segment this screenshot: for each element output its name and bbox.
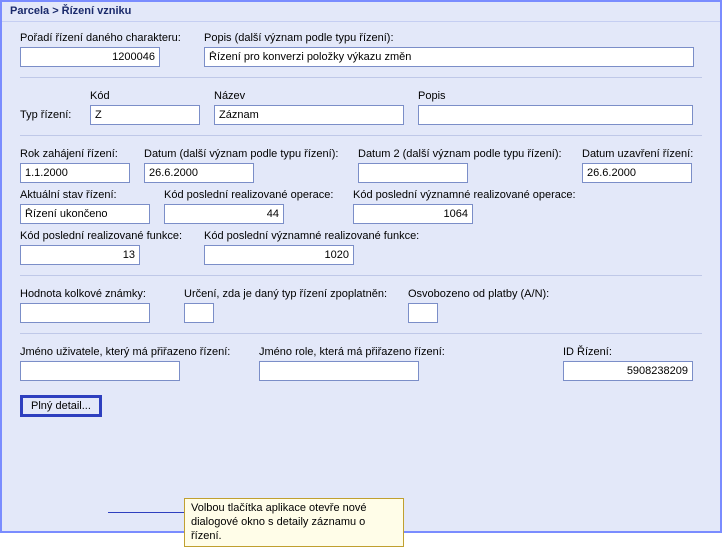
- input-urceni-zpoplatnen[interactable]: [184, 303, 214, 323]
- window-parcela-rizeni: Parcela > Řízení vzniku Pořadí řízení da…: [0, 0, 722, 533]
- plny-detail-button[interactable]: Plný detail...: [20, 395, 102, 417]
- separator: [20, 135, 702, 136]
- input-jmeno-role[interactable]: [259, 361, 419, 381]
- input-hodnota-kolkove[interactable]: [20, 303, 150, 323]
- label-rok-zahajeni: Rok zahájení řízení:: [20, 148, 130, 160]
- input-osvobozeno[interactable]: [408, 303, 438, 323]
- label-urceni-zpoplatnen: Určení, zda je daný typ řízení zpoplatně…: [184, 288, 394, 300]
- label-osvobozeno: Osvobozeno od platby (A/N):: [408, 288, 568, 300]
- input-datum-uzavreni[interactable]: [582, 163, 692, 183]
- label-jmeno-role: Jméno role, která má přiřazeno řízení:: [259, 346, 549, 358]
- callout-tooltip: Volbou tlačítka aplikace otevře nové dia…: [184, 498, 404, 547]
- input-aktualni-stav[interactable]: [20, 204, 150, 224]
- label-id-rizeni: ID Řízení:: [563, 346, 693, 358]
- input-datum[interactable]: [144, 163, 254, 183]
- label-kod-posl-real-op: Kód poslední realizované operace:: [164, 189, 339, 201]
- label-kod-posl-real-fn: Kód poslední realizované funkce:: [20, 230, 190, 242]
- label-nazev: Název: [214, 90, 404, 102]
- label-kod: Kód: [90, 90, 200, 102]
- callout-connector: [108, 512, 184, 513]
- input-kod-posl-vyzn-real-op[interactable]: [353, 204, 473, 224]
- label-poradi: Pořadí řízení daného charakteru:: [20, 32, 190, 44]
- label-datum: Datum (další význam podle typu řízení):: [144, 148, 344, 160]
- separator: [20, 333, 702, 334]
- input-kod-posl-vyzn-real-fn[interactable]: [204, 245, 354, 265]
- input-popis-top[interactable]: [204, 47, 694, 67]
- input-kod-posl-real-op[interactable]: [164, 204, 284, 224]
- content: Pořadí řízení daného charakteru: Popis (…: [2, 22, 720, 431]
- label-popis2: Popis: [418, 90, 702, 102]
- label-datum-uzavreni: Datum uzavření řízení:: [582, 148, 702, 160]
- label-kod-posl-vyzn-real-fn: Kód poslední významné realizované funkce…: [204, 230, 444, 242]
- separator: [20, 77, 702, 78]
- separator: [20, 275, 702, 276]
- label-aktualni-stav: Aktuální stav řízení:: [20, 189, 150, 201]
- titlebar: Parcela > Řízení vzniku: [2, 2, 720, 22]
- label-jmeno-uzivatele: Jméno uživatele, který má přiřazeno říze…: [20, 346, 245, 358]
- input-datum2[interactable]: [358, 163, 468, 183]
- label-kod-posl-vyzn-real-op: Kód poslední významné realizované operac…: [353, 189, 593, 201]
- label-typ-rizeni: Typ řízení:: [20, 105, 75, 125]
- input-poradi[interactable]: [20, 47, 160, 67]
- input-nazev[interactable]: [214, 105, 404, 125]
- input-kod[interactable]: [90, 105, 200, 125]
- input-jmeno-uzivatele[interactable]: [20, 361, 180, 381]
- input-id-rizeni[interactable]: [563, 361, 693, 381]
- input-popis2[interactable]: [418, 105, 693, 125]
- label-popis-top: Popis (další význam podle typu řízení):: [204, 32, 702, 44]
- input-rok-zahajeni[interactable]: [20, 163, 130, 183]
- input-kod-posl-real-fn[interactable]: [20, 245, 140, 265]
- label-datum2: Datum 2 (další význam podle typu řízení)…: [358, 148, 568, 160]
- label-hodnota-kolkove: Hodnota kolkové známky:: [20, 288, 170, 300]
